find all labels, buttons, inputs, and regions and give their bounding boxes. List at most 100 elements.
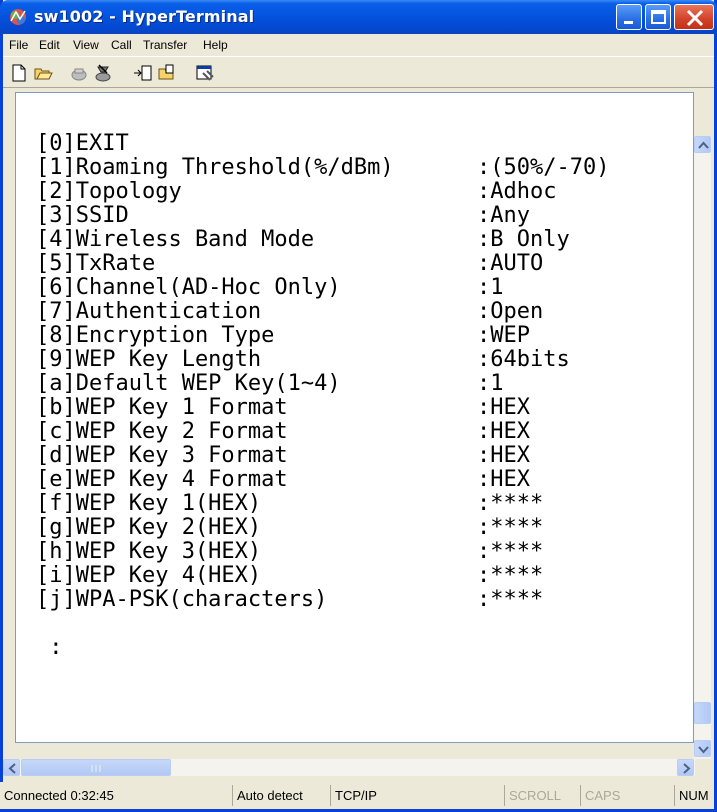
chevron-up-icon [698,141,709,149]
terminal-line-value: :Open [477,299,544,324]
connect-icon[interactable] [69,63,89,83]
vertical-scroll-thumb[interactable] [694,702,711,724]
horizontal-scrollbar[interactable] [3,759,695,776]
terminal-line: : [36,636,686,660]
title-bar[interactable]: sw1002 - HyperTerminal [0,0,717,34]
terminal-line-value: :HEX [477,467,530,492]
terminal-line-value: :HEX [477,419,530,444]
hyperterminal-icon[interactable] [8,7,28,27]
terminal-line: [0]EXIT [36,132,686,156]
menu-edit[interactable]: Edit [39,38,60,52]
terminal-line-value: :HEX [477,395,530,420]
terminal-line-label: [6]Channel(AD-Hoc Only) [36,275,341,300]
terminal-line: [2]Topology :Adhoc [36,180,686,204]
menu-help[interactable]: Help [203,38,228,52]
terminal-line-value: :**** [477,515,544,540]
terminal-line: [f]WEP Key 1(HEX) :**** [36,492,686,516]
terminal-line-label: [5]TxRate [36,251,156,276]
status-caps: CAPS [580,785,640,806]
terminal-line-value: :1 [477,371,504,396]
terminal-line-value: :HEX [477,443,530,468]
properties-icon[interactable] [195,63,215,83]
terminal-line-value: :**** [477,539,544,564]
terminal-line-label: [2]Topology [36,179,182,204]
chevron-right-icon [683,763,691,774]
minimize-icon [624,21,633,24]
terminal-line-label: [g]WEP Key 2(HEX) [36,515,262,540]
terminal-line: [h]WEP Key 3(HEX) :**** [36,540,686,564]
menu-bar: File Edit View Call Transfer Help [3,34,714,56]
open-icon[interactable] [33,63,53,83]
terminal-line: [5]TxRate :AUTO [36,252,686,276]
scroll-right-button[interactable] [677,759,694,776]
terminal-line-value: :Any [477,203,530,228]
terminal-line: [9]WEP Key Length:64bits [36,348,686,372]
terminal-line: [a]Default WEP Key(1~4) :1 [36,372,686,396]
terminal-line-value: :B Only [477,227,570,252]
status-bar: Connected 0:32:45 Auto detect TCP/IP SCR… [0,782,711,809]
status-detect: Auto detect [232,785,328,806]
terminal-line-label: [0]EXIT [36,131,129,156]
maximize-button[interactable] [645,4,671,30]
terminal-line-value: :**** [477,563,544,588]
terminal-line-label: [a]Default WEP Key(1~4) [36,371,341,396]
terminal-line: [g]WEP Key 2(HEX) :**** [36,516,686,540]
status-num: NUM [674,785,710,806]
terminal-line-label: [e]WEP Key 4 Format [36,467,288,492]
chevron-left-icon [8,763,16,774]
status-scroll: SCROLL [504,785,574,806]
toolbar [3,56,714,88]
minimize-button[interactable] [616,4,642,30]
close-button[interactable] [674,4,714,30]
terminal-line-value: :64bits [477,347,570,372]
send-icon[interactable] [133,63,153,83]
vertical-scrollbar[interactable] [694,136,711,759]
menu-file[interactable]: File [9,38,28,52]
terminal-line-value: :Adhoc [477,179,557,204]
new-icon[interactable] [9,63,29,83]
terminal-line-label: [7]Authentication [36,299,262,324]
menu-call[interactable]: Call [111,38,132,52]
terminal-line: [4]Wireless Band Mode:B Only [36,228,686,252]
terminal-line: [j]WPA-PSK(characters):**** [36,588,686,612]
terminal-line-value: :WEP [477,323,530,348]
status-connected: Connected 0:32:45 [4,788,114,803]
terminal-line-label: : [36,635,63,660]
terminal-line: [8]Encryption Type :WEP [36,324,686,348]
terminal-line: [b]WEP Key 1 Format :HEX [36,396,686,420]
terminal-line-value: :(50%/-70) [477,155,610,180]
terminal-line-value: :AUTO [477,251,544,276]
disconnect-icon[interactable] [93,63,113,83]
terminal-line: [c]WEP Key 2 Format:HEX [36,420,686,444]
chevron-down-icon [698,746,709,754]
grip-icon [91,765,101,772]
terminal-line-label: [i]WEP Key 4(HEX) [36,563,262,588]
terminal-line: [d]WEP Key 3 Format :HEX [36,444,686,468]
terminal-line-label: [1]Roaming Threshold(%/dBm) [36,155,394,180]
terminal-line-label: [f]WEP Key 1(HEX) [36,491,262,516]
horizontal-scroll-thumb[interactable] [21,759,171,776]
terminal-output[interactable]: [0]EXIT [1]Roaming Threshold(%/dBm) :(50%/… [36,132,686,660]
terminal-line-value: :**** [477,491,544,516]
scroll-left-button[interactable] [3,759,20,776]
terminal-line: [3]SSID :Any [36,204,686,228]
status-protocol: TCP/IP [330,785,410,806]
terminal-line: [i]WEP Key 4(HEX) :**** [36,564,686,588]
terminal-line-label: [3]SSID [36,203,129,228]
terminal-line-value: :**** [477,587,544,612]
terminal-line: [e]WEP Key 4 Format :HEX [36,468,686,492]
terminal-line-label: [b]WEP Key 1 Format [36,395,288,420]
terminal-line-label: [h]WEP Key 3(HEX) [36,539,262,564]
terminal-line-label: [d]WEP Key 3 Format [36,443,288,468]
scroll-down-button[interactable] [694,740,711,757]
window-title: sw1002 - HyperTerminal [34,7,255,26]
terminal-line: [6]Channel(AD-Hoc Only) :1 [36,276,686,300]
menu-transfer[interactable]: Transfer [143,38,187,52]
receive-icon[interactable] [157,63,177,83]
terminal-line-label: [8]Encryption Type [36,323,275,348]
scroll-up-button[interactable] [694,136,711,153]
menu-view[interactable]: View [73,38,99,52]
terminal-line-value: :1 [477,275,504,300]
maximize-icon [651,10,666,24]
